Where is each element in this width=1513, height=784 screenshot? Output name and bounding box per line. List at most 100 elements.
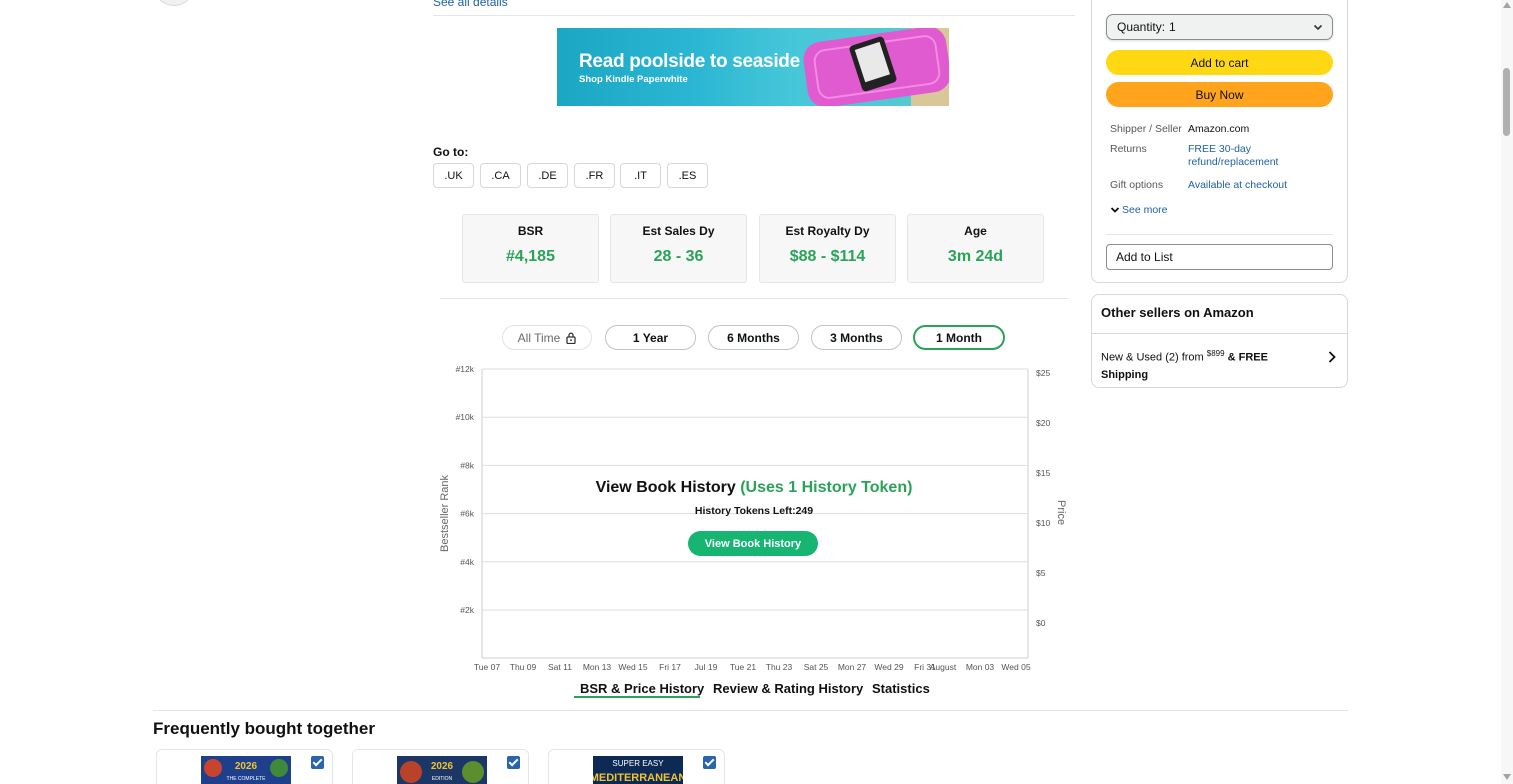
cover-subtext: EDITION <box>432 776 453 782</box>
right-axis-tick: $20 <box>1036 418 1050 428</box>
goto-store-fr[interactable]: .FR <box>574 163 615 188</box>
shipper-label: Shipper / Seller <box>1110 123 1182 135</box>
range-3-months-button[interactable]: 3 Months <box>811 325 902 350</box>
history-tokens-left: History Tokens Left:249 <box>694 505 814 517</box>
offer-price-dollars: $8 <box>1206 349 1216 358</box>
see-more-label: See more <box>1122 204 1168 216</box>
x-axis-tick: Wed 29 <box>874 662 903 672</box>
stat-value: 3m 24d <box>947 248 1004 265</box>
stat-label: BSR <box>517 224 544 238</box>
range-label: 3 Months <box>830 330 883 345</box>
gift-options-link[interactable]: Available at checkout <box>1188 179 1287 192</box>
book-cover-image: 2026 THE COMPLETE <box>201 756 291 784</box>
view-history-title-text: View Book History <box>595 479 736 496</box>
cover-text: 2026 <box>235 761 258 772</box>
other-sellers-offer-link[interactable]: New & Used (2) from $899 & FREE Shipping <box>1101 345 1316 384</box>
view-history-title: View Book History (Uses 1 History Token) <box>440 479 1068 497</box>
quantity-select[interactable]: Quantity: 1 <box>1106 14 1333 40</box>
x-axis-tick: Sat 25 <box>804 662 829 672</box>
range-label: 1 Year <box>632 330 669 345</box>
stat-label: Est Sales Dy <box>642 224 715 238</box>
stat-value: 28 - 36 <box>653 248 704 265</box>
ad-headline: Read poolside to seaside <box>579 51 800 72</box>
range-label: 1 Month <box>936 330 982 345</box>
x-axis-tick: Jul 19 <box>695 662 718 672</box>
left-axis-tick: #12k <box>456 364 475 374</box>
other-sellers-title: Other sellers on Amazon <box>1101 305 1254 320</box>
kindle-ad-banner[interactable]: Read poolside to seaside Shop Kindle Pap… <box>557 28 949 106</box>
bsr-price-chart: #12k#10k#8k#6k#4k#2k $25$20$15$10$5$0 Tu… <box>439 364 1067 672</box>
scrollbar-thumb[interactable] <box>1503 68 1510 136</box>
goto-store-ca[interactable]: .CA <box>480 163 521 188</box>
author-avatar[interactable] <box>154 0 194 6</box>
goto-store-it[interactable]: .IT <box>620 163 661 188</box>
add-to-list-button[interactable]: Add to List <box>1106 244 1333 270</box>
right-axis-tick: $5 <box>1036 568 1046 578</box>
x-axis-tick: Mon 03 <box>966 662 995 672</box>
range-1-month-button[interactable]: 1 Month <box>913 325 1005 350</box>
buy-now-button[interactable]: Buy Now <box>1106 82 1333 107</box>
right-axis-tick: $10 <box>1036 518 1050 528</box>
offer-free: & FREE <box>1224 351 1268 364</box>
range-6-months-button[interactable]: 6 Months <box>708 325 799 350</box>
left-axis-tick: #8k <box>460 460 474 470</box>
x-axis-tick: Wed 15 <box>618 662 647 672</box>
stat-card-royalty: Est Royalty Dy $88 - $114 <box>759 214 896 283</box>
tab-bsr-price-history[interactable]: BSR & Price History <box>580 681 704 696</box>
offer-prefix: New & Used (2) from <box>1101 351 1207 364</box>
shipper-value: Amazon.com <box>1188 123 1250 135</box>
range-1-year-button[interactable]: 1 Year <box>605 325 696 350</box>
right-axis-tick: $15 <box>1036 468 1050 478</box>
goto-label: Go to: <box>433 145 469 159</box>
tab-statistics[interactable]: Statistics <box>872 681 930 696</box>
range-label: All Time <box>517 330 561 345</box>
cover-subtext: MEDITERRANEAN <box>593 772 683 784</box>
stat-label: Est Royalty Dy <box>785 224 870 238</box>
stat-value: $88 - $114 <box>789 248 866 265</box>
stat-card-sales: Est Sales Dy 28 - 36 <box>610 214 747 283</box>
x-axis-tick: Wed 05 <box>1001 662 1030 672</box>
stat-label: Age <box>964 224 987 238</box>
cover-subtext: THE COMPLETE <box>227 776 267 782</box>
fbt-item[interactable]: SUPER EASY MEDITERRANEAN <box>548 749 725 784</box>
goto-store-uk[interactable]: .UK <box>433 163 474 188</box>
fbt-checkbox[interactable] <box>311 756 324 769</box>
left-axis-tick: #10k <box>456 412 475 422</box>
x-axis-tick: Tue 07 <box>474 662 500 672</box>
divider <box>433 15 1075 16</box>
right-axis-tick: $0 <box>1036 618 1046 628</box>
cover-text: SUPER EASY <box>612 759 664 768</box>
book-cover-image: 2026 EDITION <box>397 756 487 784</box>
stat-card-age: Age 3m 24d <box>907 214 1044 283</box>
see-all-details-link[interactable]: See all details <box>433 0 508 9</box>
view-book-history-button[interactable]: View Book History <box>688 531 818 556</box>
tab-review-rating-history[interactable]: Review & Rating History <box>713 681 863 696</box>
returns-link[interactable]: FREE 30-day refund/replacement <box>1188 143 1278 169</box>
fbt-item[interactable]: 2026 THE COMPLETE <box>156 749 333 784</box>
returns-link-line2: refund/replacement <box>1188 156 1279 168</box>
quantity-value: 1 <box>1169 20 1176 34</box>
goto-store-de[interactable]: .DE <box>527 163 568 188</box>
chevron-right-icon[interactable] <box>1327 350 1337 364</box>
x-axis-tick: Tue 21 <box>730 662 756 672</box>
goto-store-es[interactable]: .ES <box>667 163 708 188</box>
scroll-up-arrow-icon[interactable] <box>1503 2 1511 8</box>
fbt-checkbox[interactable] <box>703 756 716 769</box>
add-to-cart-button[interactable]: Add to cart <box>1106 50 1333 75</box>
scroll-down-arrow-icon[interactable] <box>1503 774 1511 780</box>
chevron-down-icon <box>1110 207 1120 213</box>
stat-card-bsr: BSR #4,185 <box>462 214 599 283</box>
range-label: 6 Months <box>727 330 780 345</box>
range-all-time-button[interactable]: All Time <box>502 325 592 350</box>
divider <box>440 298 1068 299</box>
divider <box>1091 333 1348 334</box>
fbt-checkbox[interactable] <box>507 756 520 769</box>
fbt-item[interactable]: 2026 EDITION <box>352 749 529 784</box>
x-axis-tick: Thu 23 <box>766 662 793 672</box>
offer-shipping: Shipping <box>1101 368 1149 381</box>
right-axis-tick: $25 <box>1036 368 1050 378</box>
stat-value: #4,185 <box>506 248 555 265</box>
see-more-toggle[interactable]: See more <box>1110 204 1168 216</box>
active-tab-underline <box>574 696 700 698</box>
x-axis-tick: Mon 13 <box>583 662 612 672</box>
